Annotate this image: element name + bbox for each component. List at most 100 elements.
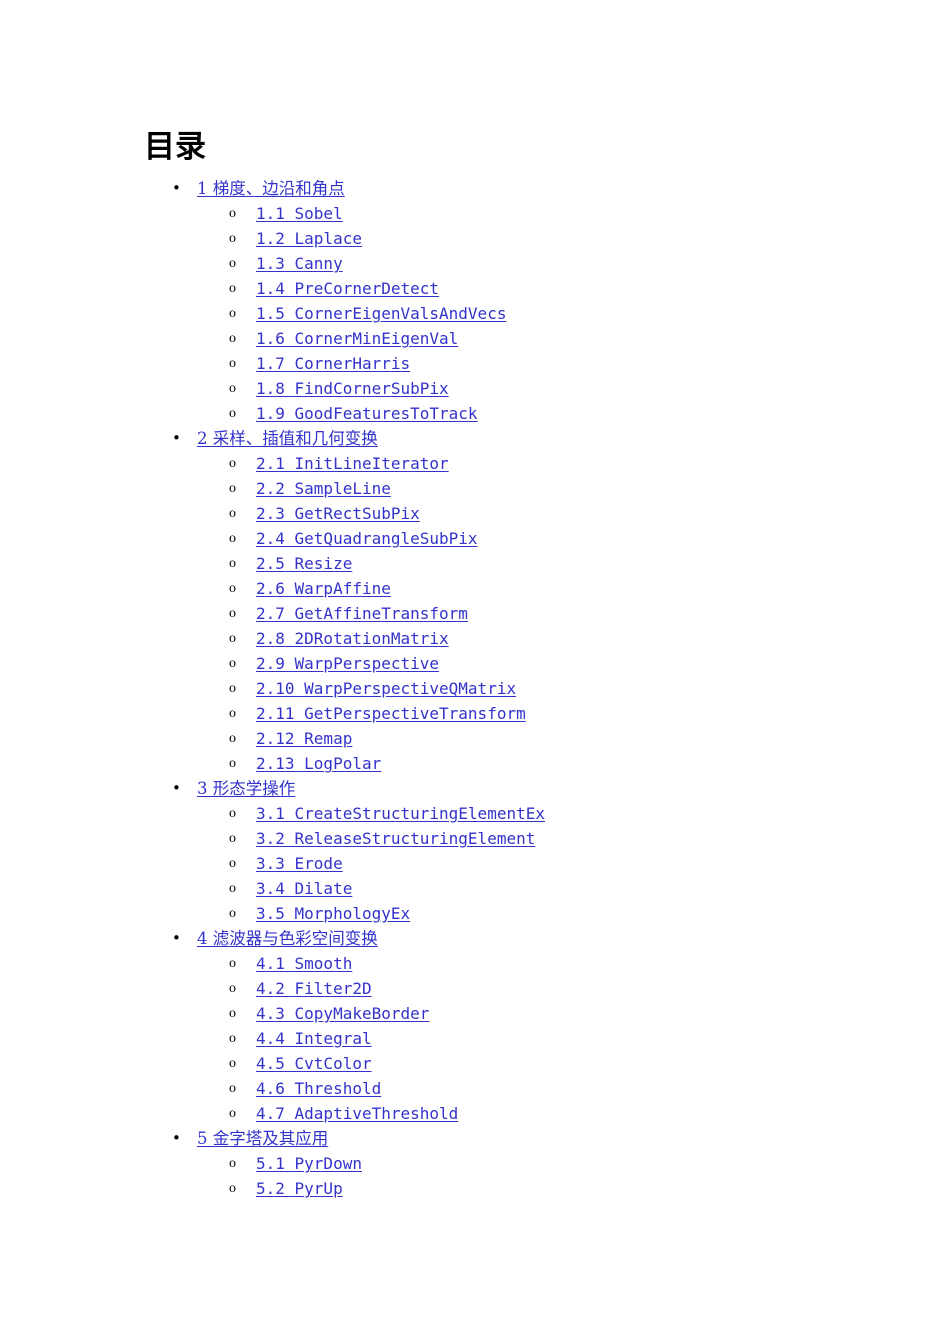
- bullet-circle-icon: o: [229, 306, 236, 321]
- toc-item-link[interactable]: 2.3 GetRectSubPix: [256, 501, 420, 526]
- bullet-circle-icon: o: [229, 706, 236, 721]
- bullet-circle-icon: o: [229, 831, 236, 846]
- toc-item-row: o 1.6 CornerMinEigenVal: [0, 326, 950, 351]
- toc-item-link[interactable]: 1.5 CornerEigenValsAndVecs: [256, 301, 506, 326]
- bullet-circle-icon: o: [229, 231, 236, 246]
- toc-item-link[interactable]: 2.12 Remap: [256, 726, 352, 751]
- bullet-circle-icon: o: [229, 856, 236, 871]
- toc-item-link[interactable]: 2.2 SampleLine: [256, 476, 391, 501]
- toc-item-link[interactable]: 2.7 GetAffineTransform: [256, 601, 468, 626]
- bullet-circle-icon: o: [229, 356, 236, 371]
- document-page: 目录 • 1 梯度、边沿和角点 o 1.1 Sobel o 1.2 Laplace o 1.3…: [0, 0, 950, 1344]
- toc-section-link[interactable]: 4 滤波器与色彩空间变换: [197, 926, 378, 951]
- toc-item-link[interactable]: 1.2 Laplace: [256, 226, 362, 251]
- toc-item-link[interactable]: 4.7 AdaptiveThreshold: [256, 1101, 458, 1126]
- toc-item-row: o 3.2 ReleaseStructuringElement: [0, 826, 950, 851]
- toc-item-row: o 5.1 PyrDown: [0, 1151, 950, 1176]
- bullet-circle-icon: o: [229, 406, 236, 421]
- toc-item-row: o 2.8 2DRotationMatrix: [0, 626, 950, 651]
- toc-item-row: o 2.4 GetQuadrangleSubPix: [0, 526, 950, 551]
- toc-section-link[interactable]: 1 梯度、边沿和角点: [197, 176, 345, 201]
- toc-item-link[interactable]: 4.1 Smooth: [256, 951, 352, 976]
- toc-item-link[interactable]: 1.6 CornerMinEigenVal: [256, 326, 458, 351]
- toc-section-link[interactable]: 5 金字塔及其应用: [197, 1126, 328, 1151]
- toc-item-row: o 1.8 FindCornerSubPix: [0, 376, 950, 401]
- toc-item-row: o 1.1 Sobel: [0, 201, 950, 226]
- bullet-circle-icon: o: [229, 631, 236, 646]
- bullet-circle-icon: o: [229, 606, 236, 621]
- toc-item-row: o 1.9 GoodFeaturesToTrack: [0, 401, 950, 426]
- bullet-circle-icon: o: [229, 1031, 236, 1046]
- bullet-disc-icon: •: [172, 429, 181, 447]
- bullet-circle-icon: o: [229, 556, 236, 571]
- bullet-circle-icon: o: [229, 1056, 236, 1071]
- toc-item-link[interactable]: 2.5 Resize: [256, 551, 352, 576]
- toc-item-link[interactable]: 1.3 Canny: [256, 251, 343, 276]
- bullet-circle-icon: o: [229, 1006, 236, 1021]
- bullet-circle-icon: o: [229, 806, 236, 821]
- toc-item-link[interactable]: 4.3 CopyMakeBorder: [256, 1001, 429, 1026]
- toc-item-link[interactable]: 4.5 CvtColor: [256, 1051, 372, 1076]
- toc-item-link[interactable]: 2.1 InitLineIterator: [256, 451, 449, 476]
- toc-item-row: o 1.2 Laplace: [0, 226, 950, 251]
- toc-item-link[interactable]: 4.4 Integral: [256, 1026, 372, 1051]
- bullet-circle-icon: o: [229, 281, 236, 296]
- toc-item-link[interactable]: 5.1 PyrDown: [256, 1151, 362, 1176]
- toc-item-link[interactable]: 4.2 Filter2D: [256, 976, 372, 1001]
- toc-item-link[interactable]: 1.7 CornerHarris: [256, 351, 410, 376]
- bullet-circle-icon: o: [229, 731, 236, 746]
- toc-item-link[interactable]: 1.1 Sobel: [256, 201, 343, 226]
- toc-item-row: o 2.10 WarpPerspectiveQMatrix: [0, 676, 950, 701]
- bullet-circle-icon: o: [229, 456, 236, 471]
- toc-item-link[interactable]: 2.13 LogPolar: [256, 751, 381, 776]
- bullet-circle-icon: o: [229, 906, 236, 921]
- toc-item-row: o 2.7 GetAffineTransform: [0, 601, 950, 626]
- toc-item-link[interactable]: 2.10 WarpPerspectiveQMatrix: [256, 676, 516, 701]
- toc-section-link[interactable]: 2 采样、插值和几何变换: [197, 426, 378, 451]
- bullet-disc-icon: •: [172, 1129, 181, 1147]
- toc-item-row: o 3.4 Dilate: [0, 876, 950, 901]
- toc-item-row: o 3.3 Erode: [0, 851, 950, 876]
- toc-item-row: o 2.5 Resize: [0, 551, 950, 576]
- toc-item-link[interactable]: 2.4 GetQuadrangleSubPix: [256, 526, 478, 551]
- bullet-circle-icon: o: [229, 981, 236, 996]
- toc-item-link[interactable]: 2.11 GetPerspectiveTransform: [256, 701, 526, 726]
- toc-item-row: o 1.4 PreCornerDetect: [0, 276, 950, 301]
- bullet-disc-icon: •: [172, 779, 181, 797]
- toc-item-link[interactable]: 3.4 Dilate: [256, 876, 352, 901]
- toc-item-link[interactable]: 3.1 CreateStructuringElementEx: [256, 801, 545, 826]
- toc-item-row: o 4.6 Threshold: [0, 1076, 950, 1101]
- toc-item-row: o 2.9 WarpPerspective: [0, 651, 950, 676]
- bullet-circle-icon: o: [229, 1181, 236, 1196]
- toc-item-row: o 2.3 GetRectSubPix: [0, 501, 950, 526]
- toc-item-link[interactable]: 3.2 ReleaseStructuringElement: [256, 826, 535, 851]
- toc-item-link[interactable]: 4.6 Threshold: [256, 1076, 381, 1101]
- bullet-circle-icon: o: [229, 1156, 236, 1171]
- toc-section-row: • 1 梯度、边沿和角点: [0, 176, 950, 201]
- toc-item-link[interactable]: 1.4 PreCornerDetect: [256, 276, 439, 301]
- bullet-circle-icon: o: [229, 681, 236, 696]
- toc-item-row: o 2.2 SampleLine: [0, 476, 950, 501]
- toc-item-link[interactable]: 5.2 PyrUp: [256, 1176, 343, 1201]
- bullet-circle-icon: o: [229, 956, 236, 971]
- bullet-disc-icon: •: [172, 179, 181, 197]
- toc-item-link[interactable]: 2.6 WarpAffine: [256, 576, 391, 601]
- toc-item-link[interactable]: 1.8 FindCornerSubPix: [256, 376, 449, 401]
- bullet-circle-icon: o: [229, 756, 236, 771]
- toc-item-link[interactable]: 1.9 GoodFeaturesToTrack: [256, 401, 478, 426]
- bullet-circle-icon: o: [229, 1106, 236, 1121]
- toc-item-link[interactable]: 3.3 Erode: [256, 851, 343, 876]
- toc-item-link[interactable]: 2.9 WarpPerspective: [256, 651, 439, 676]
- toc-item-row: o 4.1 Smooth: [0, 951, 950, 976]
- toc-section-link[interactable]: 3 形态学操作: [197, 776, 295, 801]
- toc-item-row: o 1.5 CornerEigenValsAndVecs: [0, 301, 950, 326]
- toc-item-row: o 4.3 CopyMakeBorder: [0, 1001, 950, 1026]
- bullet-circle-icon: o: [229, 256, 236, 271]
- toc-item-link[interactable]: 3.5 MorphologyEx: [256, 901, 410, 926]
- toc-item-link[interactable]: 2.8 2DRotationMatrix: [256, 626, 449, 651]
- toc-item-row: o 3.1 CreateStructuringElementEx: [0, 801, 950, 826]
- bullet-circle-icon: o: [229, 381, 236, 396]
- bullet-circle-icon: o: [229, 481, 236, 496]
- toc-item-row: o 1.7 CornerHarris: [0, 351, 950, 376]
- toc-section-row: • 4 滤波器与色彩空间变换: [0, 926, 950, 951]
